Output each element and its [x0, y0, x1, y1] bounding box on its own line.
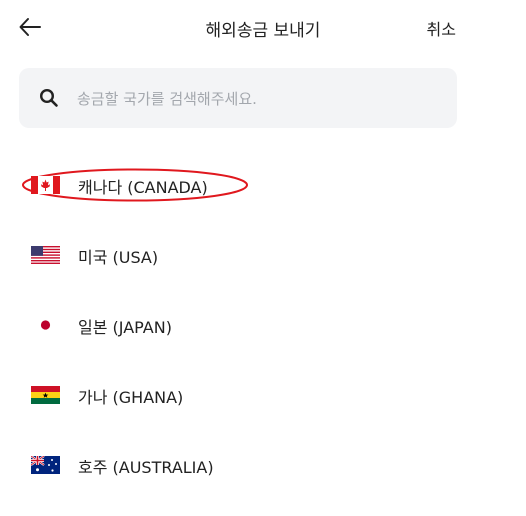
country-label: 호주 (AUSTRALIA) — [78, 458, 214, 477]
country-label: 미국 (USA) — [78, 248, 159, 267]
country-label: 가나 (GHANA) — [78, 388, 184, 407]
country-item-australia[interactable]: 호주 (AUSTRALIA) — [0, 440, 526, 490]
search-icon — [39, 88, 58, 107]
canada-flag-icon — [31, 176, 60, 194]
australia-flag-icon — [31, 456, 60, 474]
japan-flag-icon — [31, 316, 60, 334]
header: 해외송금 보내기 취소 — [0, 0, 526, 56]
ghana-flag-icon — [31, 386, 60, 404]
search-bar[interactable] — [19, 68, 457, 128]
country-item-japan[interactable]: 일본 (JAPAN) — [0, 300, 526, 350]
country-label: 일본 (JAPAN) — [78, 318, 172, 337]
country-item-usa[interactable]: 미국 (USA) — [0, 230, 526, 280]
country-label: 캐나다 (CANADA) — [78, 178, 208, 197]
country-item-canada[interactable]: 캐나다 (CANADA) — [0, 160, 526, 210]
usa-flag-icon — [31, 246, 60, 264]
search-input[interactable] — [75, 78, 439, 120]
cancel-button[interactable]: 취소 — [427, 16, 456, 40]
country-item-ghana[interactable]: 가나 (GHANA) — [0, 370, 526, 420]
